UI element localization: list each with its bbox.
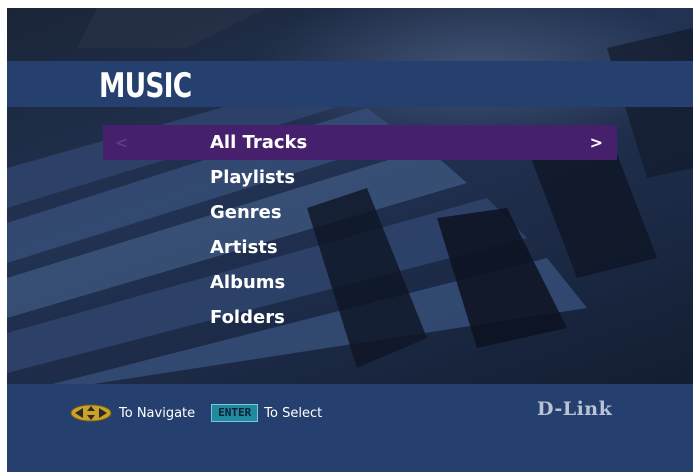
menu-item-label: Albums [210, 272, 286, 293]
menu-item-all-tracks[interactable]: < All Tracks > [103, 125, 617, 160]
menu-item-genres[interactable]: Genres [7, 195, 693, 230]
menu-item-label: Genres [210, 202, 282, 223]
dpad-arrows-icon [70, 404, 112, 422]
menu-item-label: Artists [210, 237, 278, 258]
enter-key-badge: ENTER [211, 404, 259, 422]
music-screen: MUSIC < All Tracks > Playlists Genres Ar… [7, 8, 693, 472]
menu-item-albums[interactable]: Albums [7, 265, 693, 300]
left-arrow-icon[interactable]: < [115, 125, 128, 160]
page-title: MUSIC [99, 66, 192, 106]
dlink-logo: D-Link [537, 398, 613, 420]
menu-item-label: Playlists [210, 167, 296, 188]
music-menu: < All Tracks > Playlists Genres Artists … [7, 125, 693, 335]
menu-item-label: Folders [210, 307, 285, 328]
navigate-hint-label: To Navigate [119, 405, 196, 421]
menu-item-label: All Tracks [210, 132, 308, 153]
select-hint-label: To Select [264, 405, 323, 421]
right-arrow-icon[interactable]: > [590, 125, 603, 160]
menu-item-folders[interactable]: Folders [7, 300, 693, 335]
navigation-hints: To Navigate ENTER To Select [69, 404, 322, 422]
menu-item-artists[interactable]: Artists [7, 230, 693, 265]
menu-item-playlists[interactable]: Playlists [7, 160, 693, 195]
